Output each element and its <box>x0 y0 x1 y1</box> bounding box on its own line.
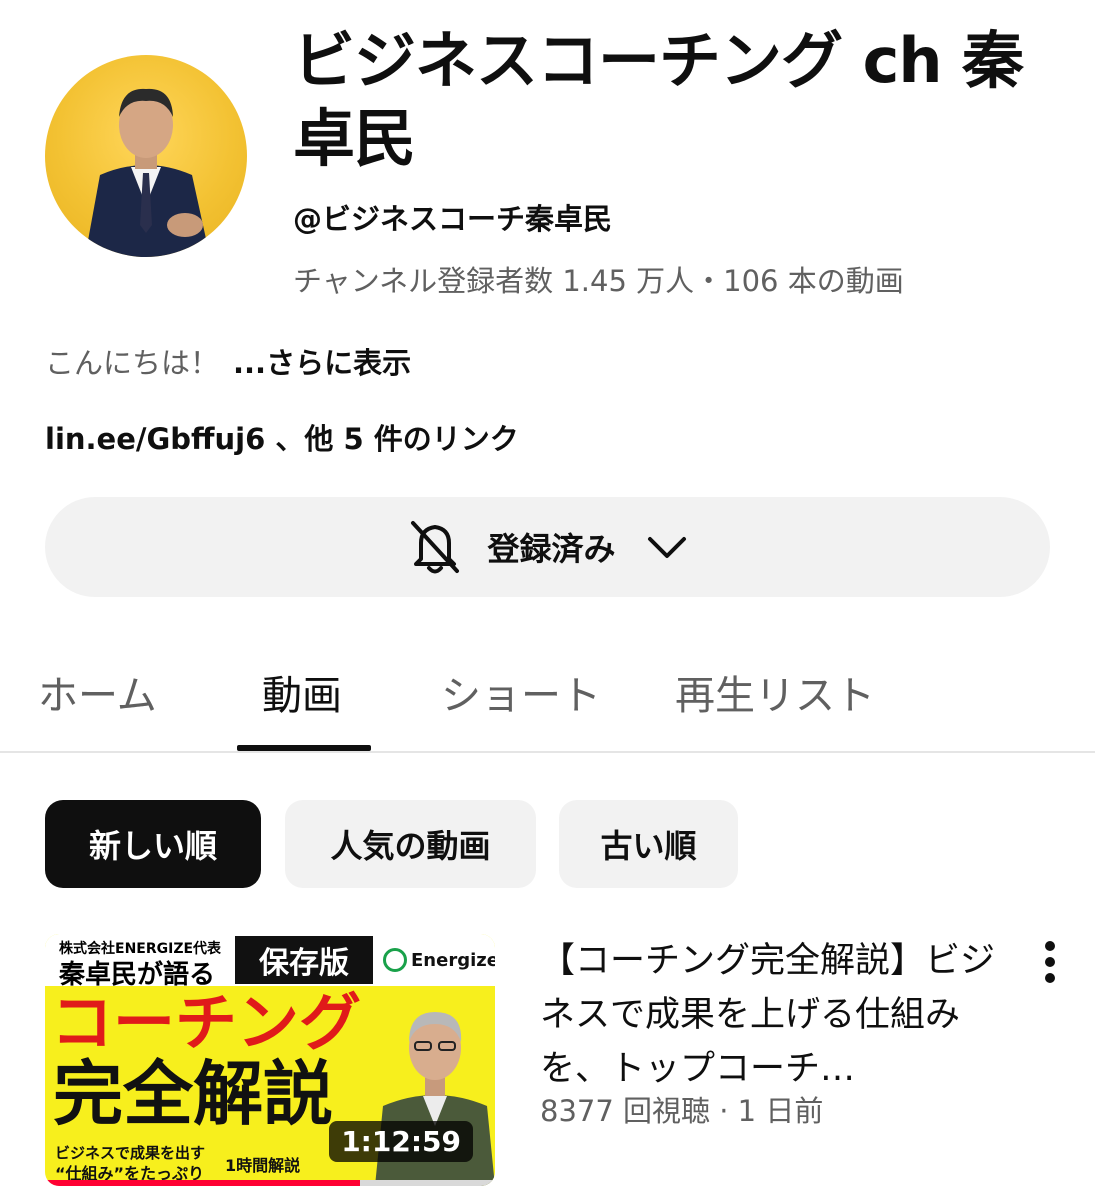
avatar-person-image <box>85 88 210 257</box>
watch-progress-bar <box>45 1180 495 1186</box>
channel-tabs: ホーム 動画 ショート 再生リスト <box>0 655 1095 753</box>
chevron-down-icon <box>647 537 686 558</box>
thumbnail-sub-3: 1時間解説 <box>225 1156 301 1175</box>
video-meta: 8377 回視聴 · 1 日前 <box>540 1094 824 1128</box>
thumbnail-badge: 保存版 <box>235 936 373 984</box>
tab-playlists[interactable]: 再生リスト <box>675 663 875 721</box>
subscribed-button[interactable]: 登録済み <box>45 497 1050 597</box>
subscribed-label: 登録済み <box>487 530 616 568</box>
channel-stats: チャンネル登録者数 1.45 万人・106 本の動画 <box>293 264 904 298</box>
channel-title: ビジネスコーチング ch 秦卓民 <box>293 24 1024 175</box>
thumbnail-headline-2: 完全解説 <box>53 1053 333 1135</box>
thumbnail-headline-1: コーチング <box>51 986 362 1059</box>
channel-handle: @ビジネスコーチ秦卓民 <box>293 202 613 236</box>
channel-description[interactable]: こんにちは！ ...さらに表示 <box>45 340 411 382</box>
show-more-link[interactable]: ...さらに表示 <box>233 346 411 380</box>
tab-shorts[interactable]: ショート <box>441 663 601 721</box>
tab-videos[interactable]: 動画 <box>262 663 342 721</box>
tab-home[interactable]: ホーム <box>38 663 157 721</box>
chip-oldest[interactable]: 古い順 <box>559 800 738 888</box>
description-text: こんにちは！ <box>45 346 220 380</box>
thumbnail-brand-text: Energize <box>411 949 495 971</box>
active-tab-indicator <box>237 745 371 751</box>
video-duration: 1:12:59 <box>329 1121 473 1162</box>
chip-newest[interactable]: 新しい順 <box>45 800 261 888</box>
more-options-icon[interactable] <box>1030 938 1070 986</box>
channel-avatar[interactable] <box>45 55 247 257</box>
chip-popular[interactable]: 人気の動画 <box>285 800 536 888</box>
watch-progress-fill <box>45 1180 360 1186</box>
bell-off-icon <box>411 521 460 574</box>
energize-logo-icon <box>383 948 407 972</box>
video-title[interactable]: 【コーチング完全解説】ビジネスで成果を上げる仕組みを、トップコーチ… <box>540 934 1010 1096</box>
channel-links[interactable]: lin.ee/Gbffuj6 、他 5 件のリンク <box>45 416 519 458</box>
thumbnail-brand: Energize <box>383 948 495 972</box>
video-thumbnail[interactable]: 株式会社ENERGIZE代表 秦卓民が語る 保存版 Energize コーチング… <box>45 934 495 1186</box>
